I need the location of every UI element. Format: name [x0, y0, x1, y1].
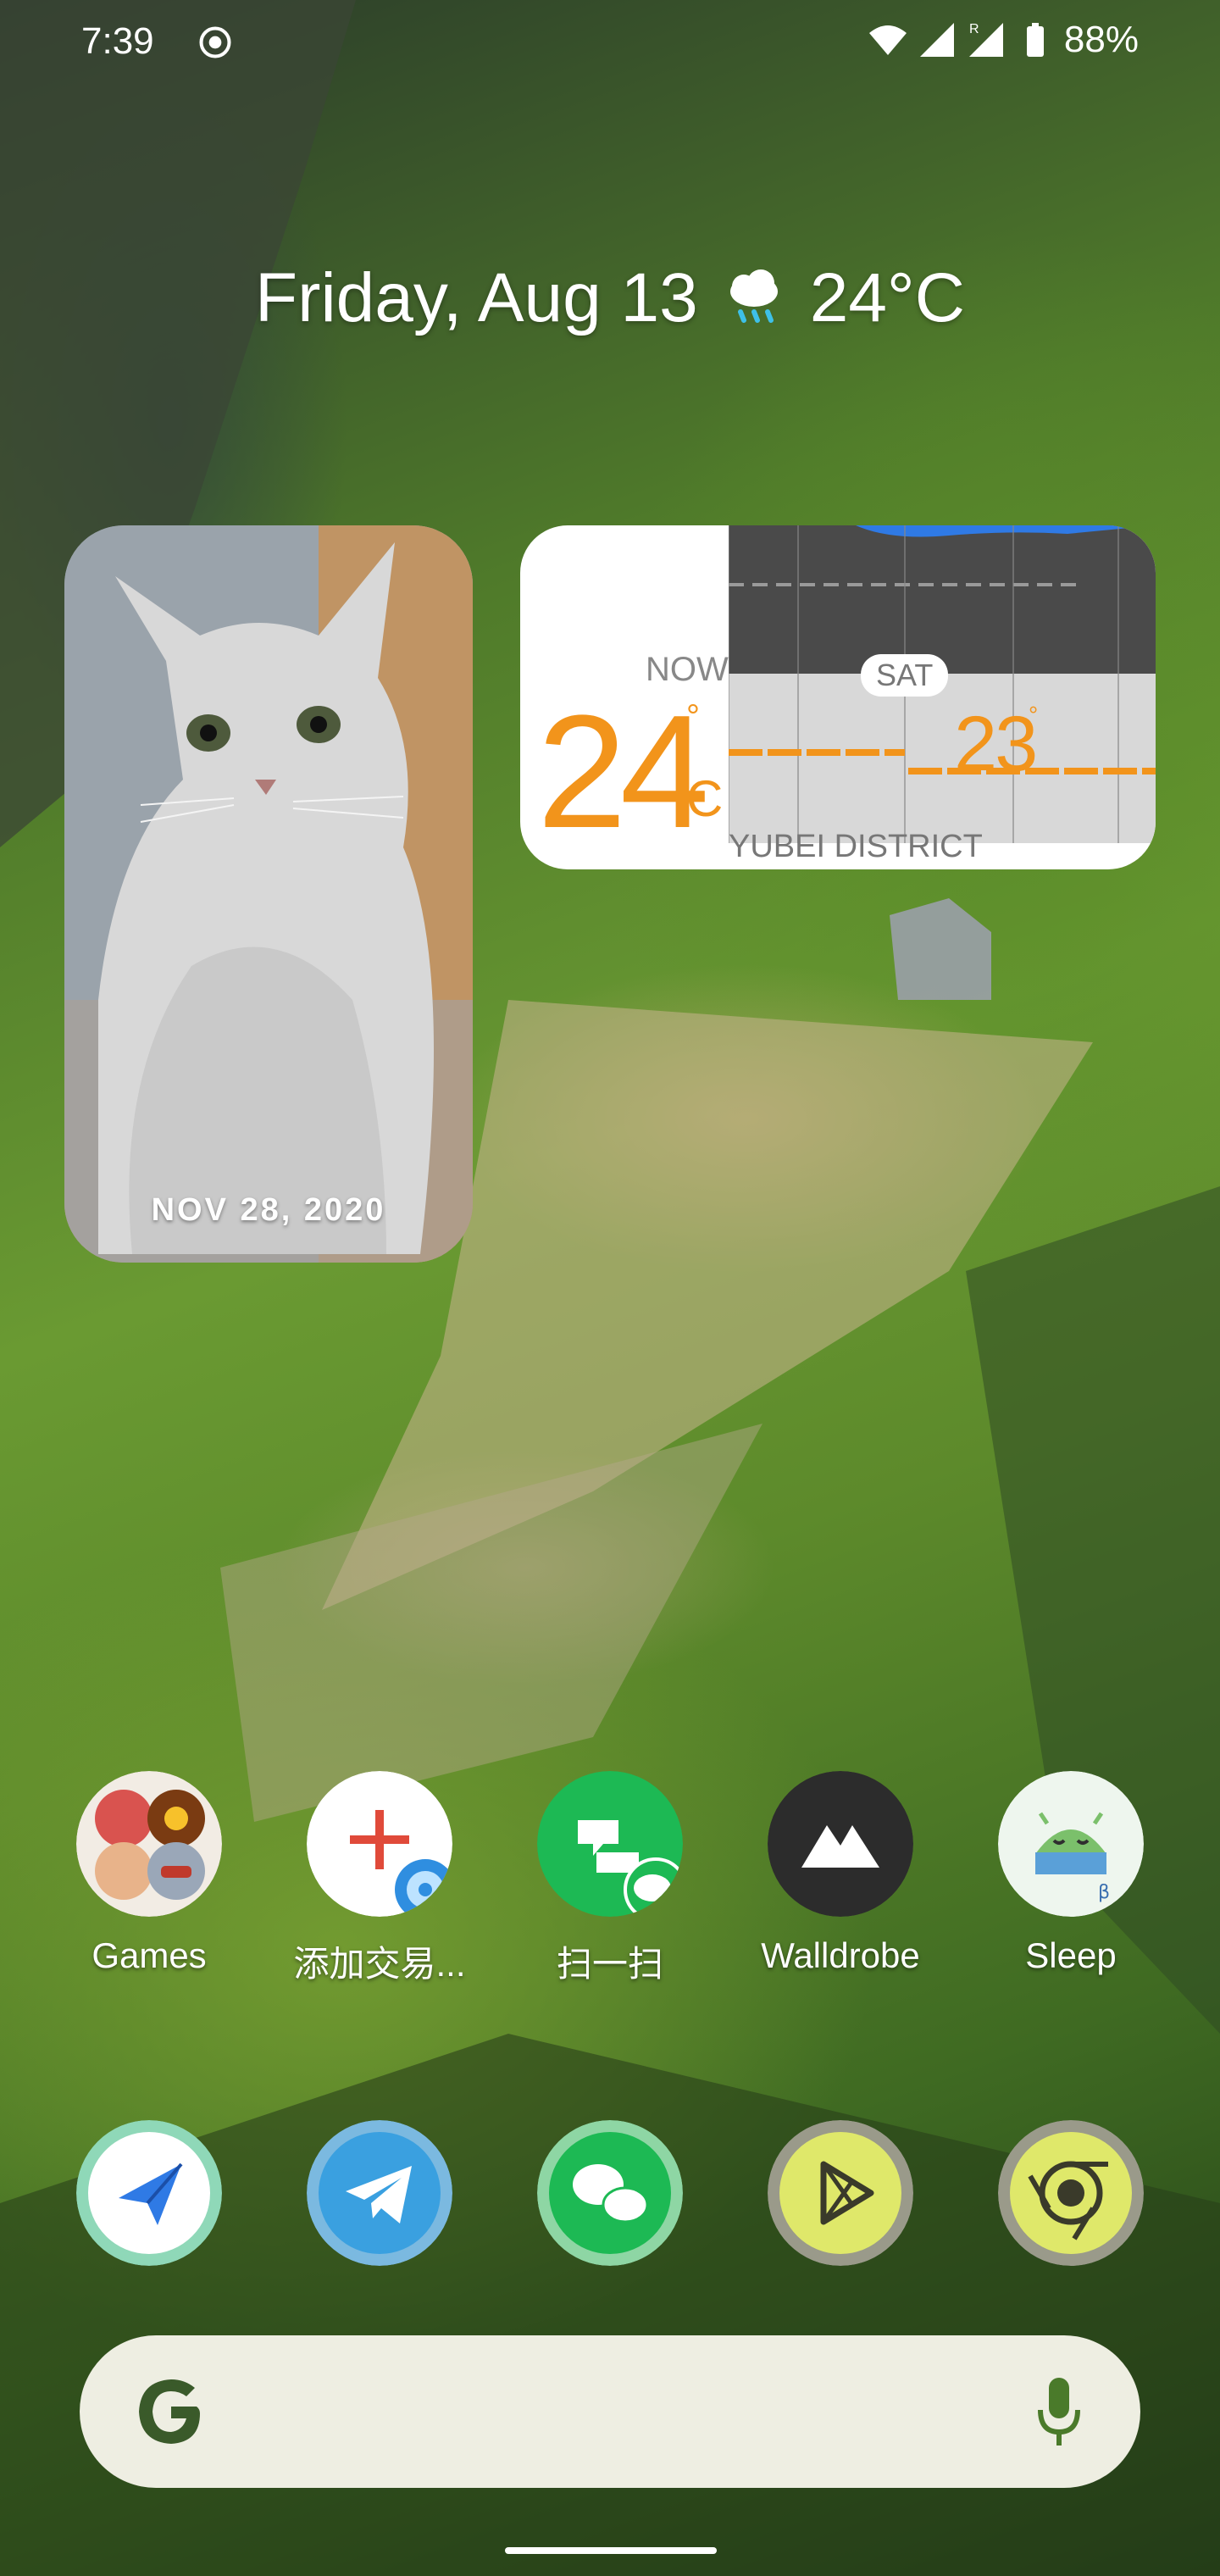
mic-icon[interactable]	[1025, 2369, 1093, 2454]
battery-percent: 88%	[1063, 19, 1139, 60]
svg-text:β: β	[1098, 1882, 1110, 1903]
svg-text:R: R	[969, 22, 979, 36]
gesture-nav-handle[interactable]	[505, 2547, 717, 2554]
screen-record-icon	[199, 26, 231, 58]
walldrobe-icon[interactable]	[768, 1771, 913, 1917]
dock-app-telegram[interactable]	[278, 2120, 481, 2266]
games-folder-icon[interactable]	[76, 1771, 222, 1917]
cat-photo	[64, 525, 473, 1263]
app-label-sleep: Sleep	[1025, 1935, 1117, 1975]
wechat-scan-icon[interactable]	[537, 1771, 683, 1917]
glance-date[interactable]: Friday, Aug 13	[255, 258, 698, 338]
app-wechat-scan[interactable]: 扫一扫	[508, 1771, 712, 1987]
signal-icon	[919, 23, 954, 57]
play-store-icon[interactable]	[768, 2120, 913, 2266]
rain-cloud-icon	[729, 269, 778, 323]
sleep-android-icon[interactable]: β	[998, 1771, 1144, 1917]
at-a-glance[interactable]: Friday, Aug 13 24°C	[0, 258, 1220, 338]
app-label-walldrobe: Walldrobe	[761, 1935, 920, 1975]
weather-location: YUBEI DISTRICT	[729, 829, 983, 864]
dock-app-play-store[interactable]	[739, 2120, 942, 2266]
wifi-icon	[868, 25, 907, 55]
weather-degree-symbol: °	[686, 698, 700, 736]
dock-app-chrome[interactable]	[969, 2120, 1173, 2266]
weather-next-degree: °	[1029, 702, 1039, 728]
battery-icon	[1026, 23, 1044, 57]
weather-widget[interactable]: NOW 24 ° C SAT 23 ° YUBEI DISTRICT	[520, 525, 1156, 869]
app-sleep[interactable]: β Sleep	[969, 1771, 1173, 1987]
dock	[0, 2120, 1220, 2266]
status-bar: 7:39 R 88%	[0, 0, 1220, 85]
app-games[interactable]: Games	[47, 1771, 251, 1987]
weather-day-label: SAT	[861, 654, 949, 697]
add-transaction-icon[interactable]	[307, 1771, 452, 1917]
weather-current-temp: 24	[537, 682, 709, 862]
google-g-icon[interactable]	[127, 2369, 212, 2454]
status-indicators: R 88%	[868, 19, 1139, 61]
weather-graph	[729, 525, 1156, 843]
app-label-add-transaction: 添加交易...	[293, 1944, 466, 1984]
app-label-wechat-scan: 扫一扫	[556, 1944, 663, 1984]
dock-app-send[interactable]	[47, 2120, 251, 2266]
wechat-icon[interactable]	[537, 2120, 683, 2266]
app-add-transaction[interactable]: 添加交易...	[278, 1771, 481, 1987]
weather-unit: C	[686, 770, 724, 827]
send-paper-plane-icon[interactable]	[76, 2120, 222, 2266]
dock-app-wechat[interactable]	[508, 2120, 712, 2266]
status-time: 7:39	[81, 20, 154, 62]
chrome-icon[interactable]	[998, 2120, 1144, 2266]
app-walldrobe[interactable]: Walldrobe	[739, 1771, 942, 1987]
glance-temperature[interactable]: 24°C	[810, 258, 965, 338]
app-label-games: Games	[92, 1935, 207, 1975]
google-search-bar[interactable]	[80, 2335, 1140, 2488]
app-row: Games 添加交易... 扫一扫 Walldrobe β Sleep	[0, 1771, 1220, 1987]
photo-widget[interactable]: NOV 28, 2020	[64, 525, 473, 1263]
telegram-icon[interactable]	[307, 2120, 452, 2266]
photo-date: NOV 28, 2020	[151, 1192, 386, 1228]
roaming-signal-icon: R	[968, 22, 1003, 57]
weather-next-temp: 23	[954, 701, 1038, 787]
